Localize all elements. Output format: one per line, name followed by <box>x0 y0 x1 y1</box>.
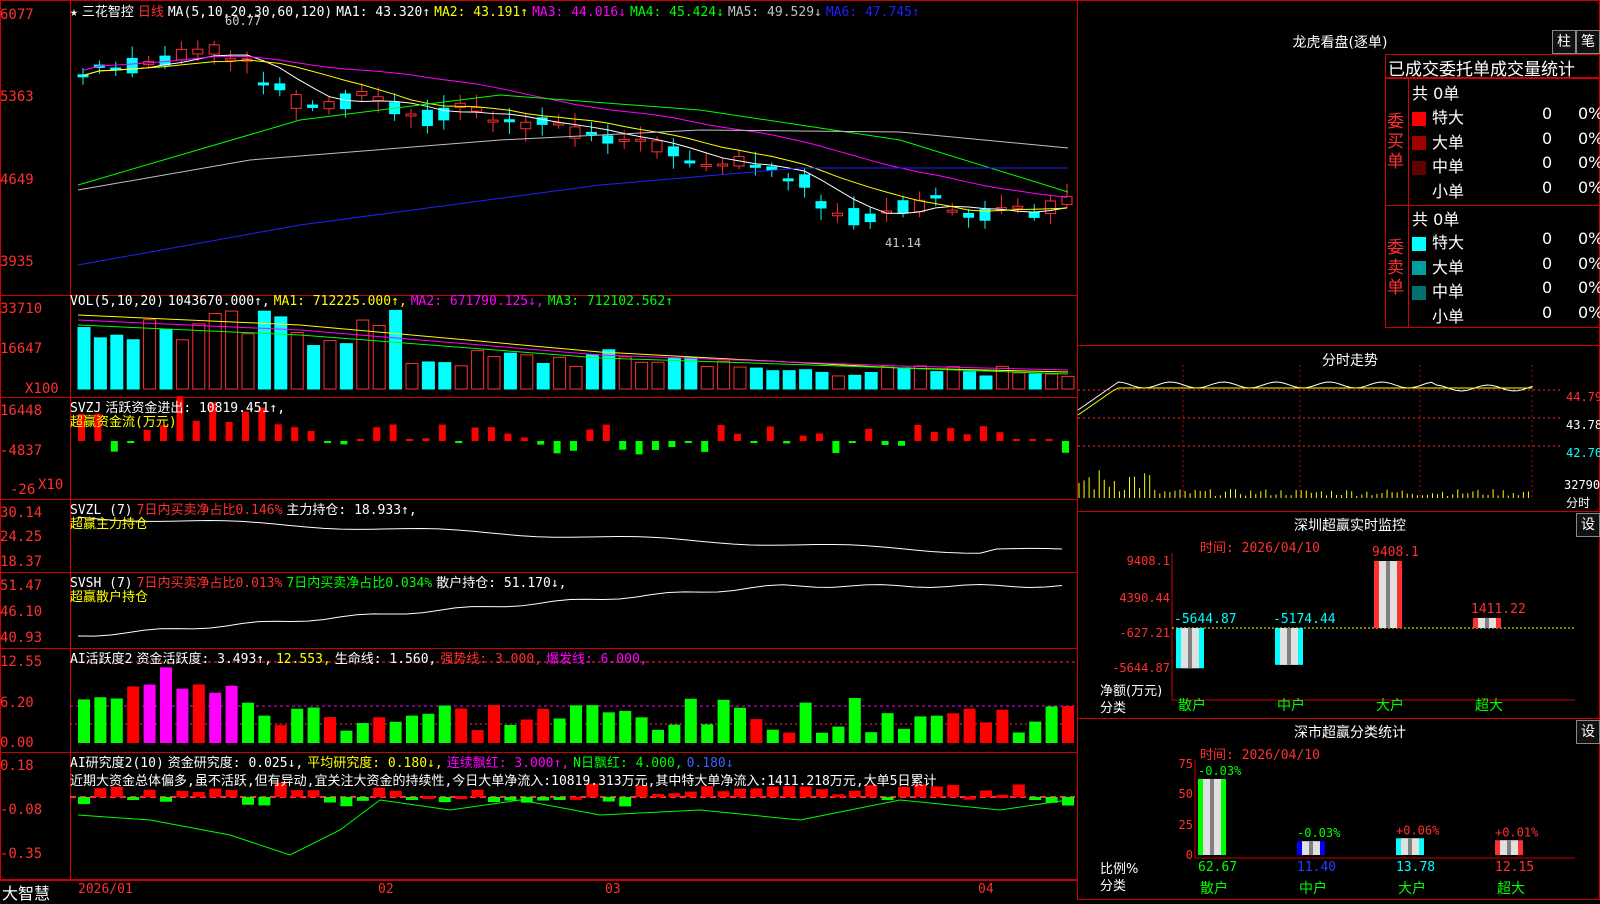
class-change-label: +0.06% <box>1396 823 1440 837</box>
class-bar <box>1198 778 1226 855</box>
monitor-bar <box>1374 561 1402 628</box>
class-category-label: 中户 <box>1299 880 1327 897</box>
monitor-y-label: 9408.1 <box>1127 554 1170 568</box>
class-category-label: 大户 <box>1398 880 1426 897</box>
class-y-label: 75 <box>1179 757 1193 771</box>
monitor-category-label: 散户 <box>1178 697 1206 714</box>
class-y-label: 25 <box>1179 818 1193 832</box>
class-bar-center <box>1507 840 1511 855</box>
monitor-y-label: -627.21 <box>1119 626 1170 640</box>
class-change-label: +0.01% <box>1495 825 1539 839</box>
monitor-value-label: 1411.22 <box>1471 602 1526 617</box>
monitor-value-label: -5174.44 <box>1273 612 1336 627</box>
class-y-label: 0 <box>1186 848 1193 862</box>
class-bar <box>1297 841 1325 855</box>
class-change-label: -0.03% <box>1198 764 1242 778</box>
monitor-category-label: 超大 <box>1475 698 1503 714</box>
monitor-bar-center <box>1287 628 1291 665</box>
monitor-bar <box>1275 628 1303 665</box>
monitor-category-label: 大户 <box>1376 697 1404 714</box>
monitor-bar-center <box>1188 628 1192 669</box>
class-category-label: 散户 <box>1200 880 1228 897</box>
class-bar-center <box>1210 778 1214 855</box>
monitor-bar-center <box>1485 617 1489 628</box>
class-value-label: 62.67 <box>1198 860 1237 875</box>
class-value-label: 13.78 <box>1396 860 1435 875</box>
class-value-label: 12.15 <box>1495 860 1534 875</box>
monitor-bar <box>1176 628 1204 669</box>
class-bar <box>1396 838 1424 855</box>
class-bar-center <box>1408 838 1412 855</box>
class-value-label: 11.40 <box>1297 860 1336 875</box>
intraday-avg-line <box>1077 387 1533 416</box>
intraday-price-line <box>1077 381 1533 411</box>
monitor-y-label: -5644.87 <box>1112 661 1170 675</box>
monitor-y-label: 4390.44 <box>1119 591 1170 605</box>
class-y-label: 50 <box>1179 787 1193 801</box>
class-change-label: -0.03% <box>1297 826 1341 840</box>
monitor-category-label: 中户 <box>1277 697 1305 714</box>
monitor-value-label: -5644.87 <box>1174 612 1237 627</box>
class-category-label: 超大 <box>1497 881 1525 897</box>
monitor-bar <box>1473 617 1501 628</box>
class-bar-center <box>1309 841 1313 855</box>
monitor-bar-center <box>1386 561 1390 628</box>
right-charts-canvas: 9408.1 4390.44 -627.21 -5644.87 -5644.87 散户 -5… <box>1077 365 1575 897</box>
class-bar <box>1495 840 1523 855</box>
monitor-value-label: 9408.1 <box>1372 545 1419 560</box>
